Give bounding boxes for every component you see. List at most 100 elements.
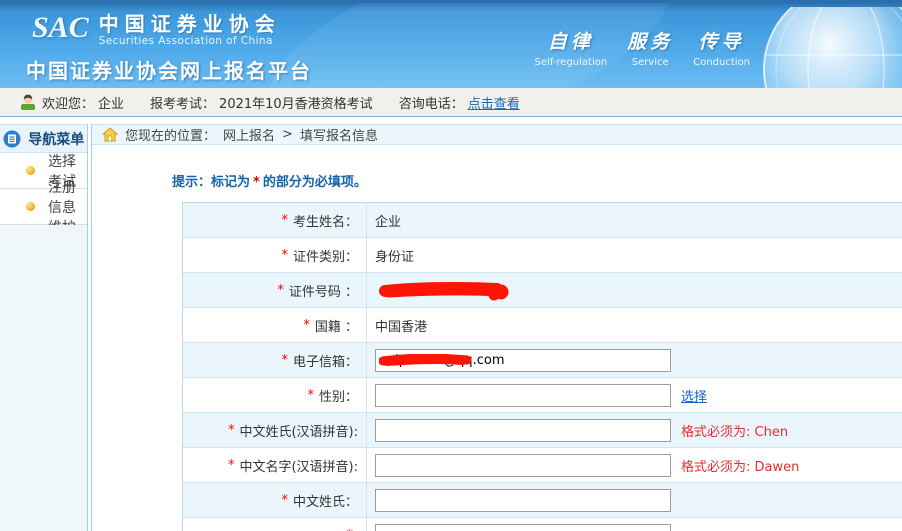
required-star: *: [277, 282, 284, 298]
tip-star: *: [253, 175, 260, 190]
motto-block: 自律 Self-regulation 服务 Service 传导 Conduct…: [535, 27, 750, 68]
exam-label: 报考考试：: [150, 96, 216, 112]
field-value: 企业: [367, 203, 902, 237]
nationality-value: 中国香港: [375, 319, 428, 335]
label-text: 国籍 ：: [314, 319, 358, 335]
sidebar-title: 导航菜单: [28, 131, 85, 148]
format-hint-dawen: 格式必须为: Dawen: [681, 459, 800, 475]
phone-label: 咨询电话：: [398, 96, 464, 112]
redaction-scribble: [379, 281, 509, 301]
app-header: SAC 中国证券业协会 Securities Association of Ch…: [0, 0, 902, 88]
chinese-surname-input[interactable]: [375, 488, 671, 512]
required-star: *: [281, 212, 288, 228]
partial-row-input[interactable]: [375, 524, 671, 531]
email-input[interactable]: [375, 348, 671, 372]
label-text: 性别：: [318, 389, 358, 405]
field-value: 选择: [367, 378, 902, 412]
exam-value: 2021年10月香港资格考试: [219, 96, 373, 112]
required-star: *: [227, 457, 235, 473]
required-star: *: [281, 247, 288, 263]
tip-suffix: 的部分为必填项。: [262, 175, 367, 190]
field-label: * 中文名字(汉语拼音):: [183, 448, 367, 482]
motto-en: Service: [631, 57, 669, 68]
label-text: 中文名字(汉语拼音):: [239, 459, 358, 475]
given-name-pinyin-input[interactable]: [375, 453, 671, 477]
motto-en: Self-regulation: [534, 57, 608, 68]
page-layout: 导航菜单 选择考试 注册信息维护 您现在的位置： 网上报名 > 填写报名信息 提…: [0, 124, 902, 531]
field-value: [367, 483, 902, 517]
required-star: *: [227, 422, 235, 438]
username: 企业: [98, 96, 125, 112]
bullet-icon: [26, 202, 35, 211]
welcome-bar: 欢迎您： 企业 报考考试： 2021年10月香港资格考试 咨询电话： 点击查看: [0, 88, 902, 117]
field-value: [367, 518, 902, 531]
content-body: 提示：标记为 * 的部分为必填项。 * 考生姓名： 企业 * 证件类别： 身份证…: [92, 145, 902, 531]
label-text: 证件类别：: [292, 249, 358, 265]
form-row-surname-pinyin: * 中文姓氏(汉语拼音): 格式必须为: Chen: [183, 413, 902, 448]
breadcrumb-item-online-registration: 网上报名: [223, 129, 276, 144]
motto-en: Conduction: [693, 57, 750, 68]
motto-self-regulation: 自律 Self-regulation: [535, 27, 608, 68]
form-row-nationality: * 国籍 ： 中国香港: [183, 308, 902, 343]
sac-logo-script: SAC: [32, 11, 89, 44]
form-row-email: * 电子信箱：: [183, 343, 902, 378]
form-row-given-name-pinyin: * 中文名字(汉语拼音): 格式必须为: Dawen: [183, 448, 902, 483]
user-avatar-icon: [20, 94, 36, 110]
form-row-id-number: * 证件号码 ：: [183, 273, 902, 308]
format-hint-chen: 格式必须为: Chen: [681, 424, 789, 440]
sidebar-empty-area: [0, 225, 88, 531]
platform-title: 中国证券业协会网上报名平台: [26, 59, 312, 83]
required-fields-tip: 提示：标记为 * 的部分为必填项。: [172, 171, 902, 190]
sidebar-item-registration-info[interactable]: 注册信息维护: [0, 180, 88, 236]
field-value: 格式必须为: Chen: [367, 413, 902, 447]
motto-cn: 自律: [547, 32, 594, 53]
sidebar-header: 导航菜单: [0, 124, 88, 153]
id-type-value: 身份证: [375, 249, 415, 265]
bullet-icon: [26, 166, 35, 175]
association-name-cn: 中国证券业协会: [98, 12, 281, 36]
sidebar: 导航菜单 选择考试 注册信息维护: [0, 124, 89, 531]
registration-form-table: * 考生姓名： 企业 * 证件类别： 身份证 * 证件号码 ： * 国籍 ： 中…: [182, 202, 902, 531]
candidate-name-value: 企业: [375, 214, 402, 230]
motto-cn: 服务: [627, 32, 674, 53]
menu-icon: [3, 130, 21, 147]
form-row-id-type: * 证件类别： 身份证: [183, 238, 902, 273]
home-icon: [102, 127, 118, 142]
motto-cn: 传导: [698, 32, 745, 53]
field-value: [367, 273, 902, 307]
field-label: * 国籍 ：: [183, 308, 367, 342]
form-row-gender: * 性别： 选择: [183, 378, 902, 413]
breadcrumb: 您现在的位置： 网上报名 > 填写报名信息: [92, 124, 902, 145]
required-star: *: [281, 352, 288, 368]
gender-input[interactable]: [375, 383, 671, 407]
field-label: * 考生姓名：: [183, 203, 367, 237]
field-value: 身份证: [367, 238, 902, 272]
welcome-label: 欢迎您：: [42, 96, 95, 112]
form-row-candidate-name: * 考生姓名： 企业: [183, 203, 902, 238]
field-label: * 中文姓氏(汉语拼音):: [183, 413, 367, 447]
field-label: * 中文姓氏：: [183, 483, 367, 517]
view-phone-link[interactable]: 点击查看: [468, 93, 520, 112]
motto-conduction: 传导 Conduction: [693, 27, 750, 68]
field-value: 中国香港: [367, 308, 902, 342]
association-name-en: Securities Association of China: [98, 35, 273, 47]
gender-select-link[interactable]: 选择: [681, 386, 707, 405]
tip-prefix: 提示：标记为: [172, 175, 251, 190]
field-label: *: [183, 518, 367, 531]
required-star: *: [281, 492, 288, 508]
breadcrumb-prefix: 您现在的位置：: [125, 129, 217, 144]
field-value: 格式必须为: Dawen: [367, 448, 902, 482]
breadcrumb-item-fill-info: 填写报名信息: [299, 129, 378, 144]
surname-pinyin-input[interactable]: [375, 418, 671, 442]
motto-service: 服务 Service: [627, 27, 673, 68]
field-label: * 性别：: [183, 378, 367, 412]
label-text: 考生姓名：: [292, 214, 358, 230]
field-label: * 证件号码 ：: [183, 273, 367, 307]
main-content: 您现在的位置： 网上报名 > 填写报名信息 提示：标记为 * 的部分为必填项。 * …: [91, 124, 902, 531]
label-text: 中文姓氏：: [292, 494, 358, 510]
label-text: 电子信箱：: [292, 354, 358, 370]
sac-logo: SAC 中国证券业协会 Securities Association of Ch…: [32, 11, 281, 48]
field-value: [367, 343, 902, 377]
breadcrumb-separator: >: [282, 127, 293, 142]
required-star: *: [307, 387, 314, 403]
